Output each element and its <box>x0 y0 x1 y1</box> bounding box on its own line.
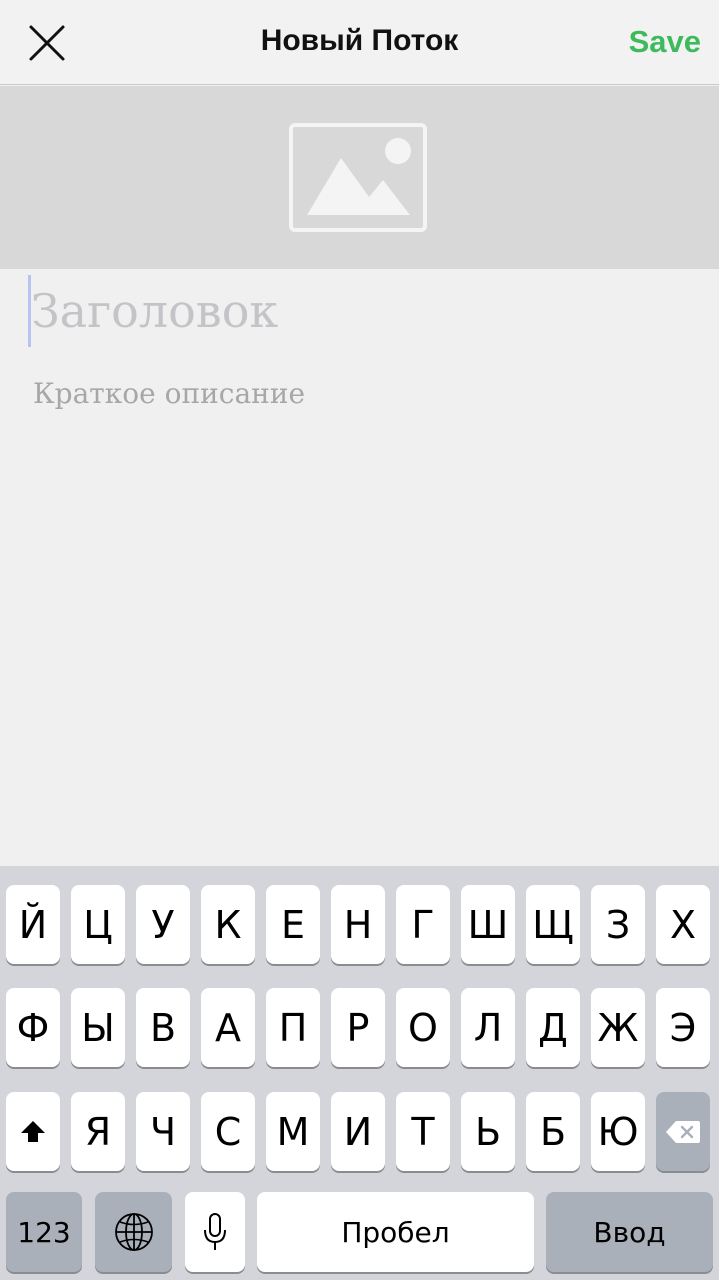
return-key[interactable]: Ввод <box>546 1192 713 1272</box>
keyboard: Й Ц У К Е Н Г Ш Щ З Х Ф Ы В А П Р О Л Д … <box>0 866 719 1280</box>
key[interactable]: З <box>591 885 645 964</box>
key[interactable]: Ь <box>461 1092 515 1171</box>
microphone-icon <box>204 1213 226 1250</box>
key[interactable]: Д <box>526 988 580 1067</box>
key[interactable]: Й <box>6 885 60 964</box>
key[interactable]: У <box>136 885 190 964</box>
key[interactable]: Е <box>266 885 320 964</box>
key[interactable]: О <box>396 988 450 1067</box>
key[interactable]: Ю <box>591 1092 645 1171</box>
key[interactable]: Я <box>71 1092 125 1171</box>
backspace-key[interactable] <box>656 1092 710 1171</box>
title-placeholder: Заголовок <box>31 284 279 338</box>
microphone-key[interactable] <box>185 1192 245 1272</box>
key[interactable]: А <box>201 988 255 1067</box>
navigation-bar: Новый Поток Save <box>0 0 719 85</box>
cover-image-picker[interactable] <box>0 86 719 269</box>
key[interactable]: Ш <box>461 885 515 964</box>
key[interactable]: Т <box>396 1092 450 1171</box>
description-placeholder: Краткое описание <box>33 377 306 410</box>
shift-key[interactable] <box>6 1092 60 1171</box>
key[interactable]: Л <box>461 988 515 1067</box>
key[interactable]: Э <box>656 988 710 1067</box>
key[interactable]: К <box>201 885 255 964</box>
key[interactable]: И <box>331 1092 385 1171</box>
key[interactable]: В <box>136 988 190 1067</box>
key[interactable]: Б <box>526 1092 580 1171</box>
shift-icon <box>21 1120 45 1142</box>
key[interactable]: М <box>266 1092 320 1171</box>
title-input[interactable]: Заголовок <box>28 275 688 347</box>
description-input[interactable]: Краткое описание <box>33 372 693 416</box>
globe-icon <box>114 1213 153 1251</box>
key[interactable]: Ы <box>71 988 125 1067</box>
key[interactable]: П <box>266 988 320 1067</box>
key[interactable]: Ф <box>6 988 60 1067</box>
key[interactable]: Н <box>331 885 385 964</box>
key[interactable]: Р <box>331 988 385 1067</box>
key[interactable]: Щ <box>526 885 580 964</box>
key[interactable]: Ч <box>136 1092 190 1171</box>
key[interactable]: Ж <box>591 988 645 1067</box>
key[interactable]: Х <box>656 885 710 964</box>
globe-key[interactable] <box>95 1192 172 1272</box>
page-title: Новый Поток <box>260 24 459 57</box>
image-placeholder-icon <box>289 123 427 232</box>
backspace-icon <box>666 1120 700 1143</box>
key[interactable]: Ц <box>71 885 125 964</box>
save-button[interactable]: Save <box>629 24 701 60</box>
space-key[interactable]: Пробел <box>257 1192 534 1272</box>
numbers-key[interactable]: 123 <box>6 1192 82 1272</box>
key[interactable]: Г <box>396 885 450 964</box>
key[interactable]: С <box>201 1092 255 1171</box>
